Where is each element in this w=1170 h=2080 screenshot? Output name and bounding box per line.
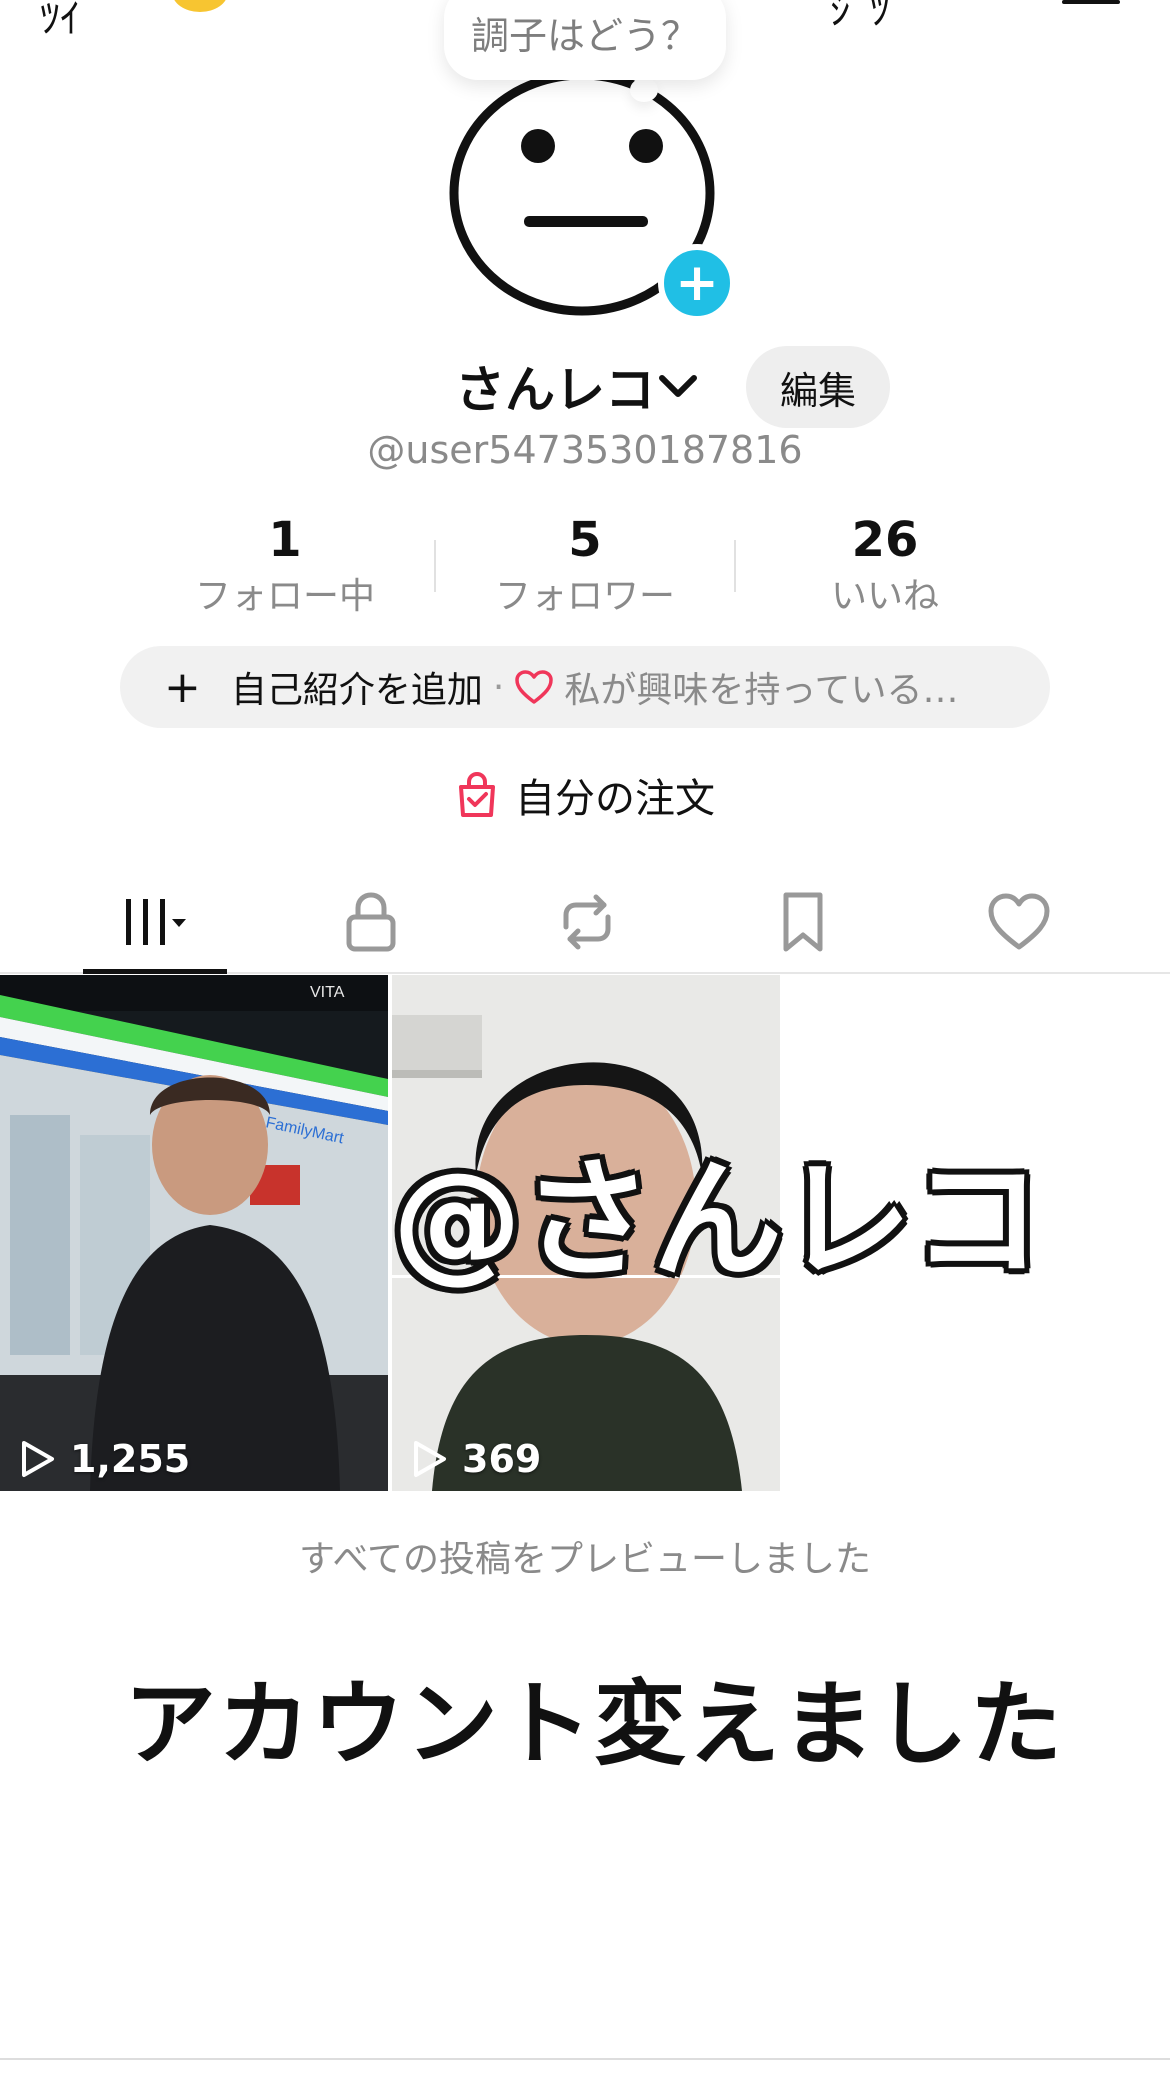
shopping-bag-icon bbox=[459, 771, 495, 817]
content-tabs bbox=[0, 870, 1170, 974]
heart-icon bbox=[515, 670, 554, 704]
view-count-text: 369 bbox=[462, 1437, 542, 1481]
video-overlay-text: @さんレコ bbox=[392, 1144, 1043, 1296]
plus-icon: + bbox=[164, 661, 201, 713]
video-thumbnail-image: VITA FamilyMart bbox=[0, 975, 388, 1491]
tab-liked[interactable] bbox=[911, 870, 1127, 974]
stat-followers[interactable]: 5 フォロワー bbox=[435, 510, 735, 622]
view-count-text: 1,255 bbox=[70, 1437, 191, 1481]
repost-icon bbox=[563, 894, 611, 950]
bottom-nav bbox=[0, 2064, 1170, 2080]
view-count: 1,255 bbox=[18, 1437, 190, 1481]
video-grid: VITA FamilyMart 1,255 369 @さんレコ bbox=[0, 975, 1170, 1491]
tab-private[interactable] bbox=[263, 870, 479, 974]
menu-icon[interactable] bbox=[1062, 0, 1120, 4]
bio-separator: · bbox=[492, 666, 505, 708]
lock-icon bbox=[346, 892, 396, 952]
stat-likes-count: 26 bbox=[851, 512, 919, 568]
my-orders-button[interactable]: 自分の注文 bbox=[0, 760, 1170, 830]
video-thumbnail[interactable]: VITA FamilyMart 1,255 bbox=[0, 975, 388, 1491]
active-tab-indicator bbox=[83, 969, 227, 974]
display-name[interactable]: さんレコ bbox=[455, 350, 655, 422]
add-avatar-button[interactable]: + bbox=[658, 244, 736, 322]
stat-likes[interactable]: 26 いいね bbox=[735, 510, 1035, 622]
top-bar-left-fragment: ﾂｲ bbox=[40, 0, 80, 42]
view-count: 369 bbox=[410, 1437, 541, 1481]
stat-following-label: フォロー中 bbox=[194, 576, 375, 617]
play-icon bbox=[22, 1441, 54, 1477]
stat-following[interactable]: 1 フォロー中 bbox=[135, 510, 435, 622]
all-posts-preview-text: すべての投稿をプレビューしました bbox=[298, 1539, 872, 1580]
add-bio-button[interactable]: + 自己紹介を追加 · 私が興味を持っている… bbox=[120, 646, 1050, 728]
top-bar-right-fragment: ｼﾞﾂ bbox=[830, 0, 890, 34]
stat-likes-label: いいね bbox=[830, 576, 939, 617]
stat-following-count: 1 bbox=[268, 512, 302, 568]
stat-followers-count: 5 bbox=[568, 512, 602, 568]
add-bio-label: 自己紹介を追加 bbox=[230, 670, 483, 711]
heart-icon bbox=[988, 893, 1050, 950]
bottom-nav-divider bbox=[0, 2058, 1170, 2060]
profile-stats: 1 フォロー中 5 フォロワー 26 いいね bbox=[0, 510, 1170, 620]
tab-videos[interactable] bbox=[47, 870, 263, 974]
tab-favorites[interactable] bbox=[695, 870, 911, 974]
bookmark-icon bbox=[783, 892, 823, 952]
tab-reposts[interactable] bbox=[479, 870, 695, 974]
emoji-icon bbox=[172, 0, 228, 12]
status-bubble-tail bbox=[630, 78, 658, 102]
my-orders-label: 自分の注文 bbox=[515, 776, 715, 822]
overlay-caption: アカウント変えました bbox=[124, 1671, 1065, 1778]
videos-grid-icon bbox=[126, 899, 186, 945]
name-row: さんレコ 編集 bbox=[0, 340, 1170, 430]
username: @user5473530187816 bbox=[367, 428, 803, 472]
status-bubble[interactable]: 調子はどう？ bbox=[444, 0, 726, 80]
avatar-container[interactable]: + bbox=[440, 60, 736, 330]
interests-text: 私が興味を持っている… bbox=[564, 670, 959, 711]
stat-followers-label: フォロワー bbox=[494, 576, 675, 617]
edit-profile-button[interactable]: 編集 bbox=[746, 346, 890, 428]
vita-watermark: VITA bbox=[310, 984, 345, 1001]
chevron-down-icon[interactable] bbox=[656, 370, 700, 402]
play-icon bbox=[414, 1441, 446, 1477]
